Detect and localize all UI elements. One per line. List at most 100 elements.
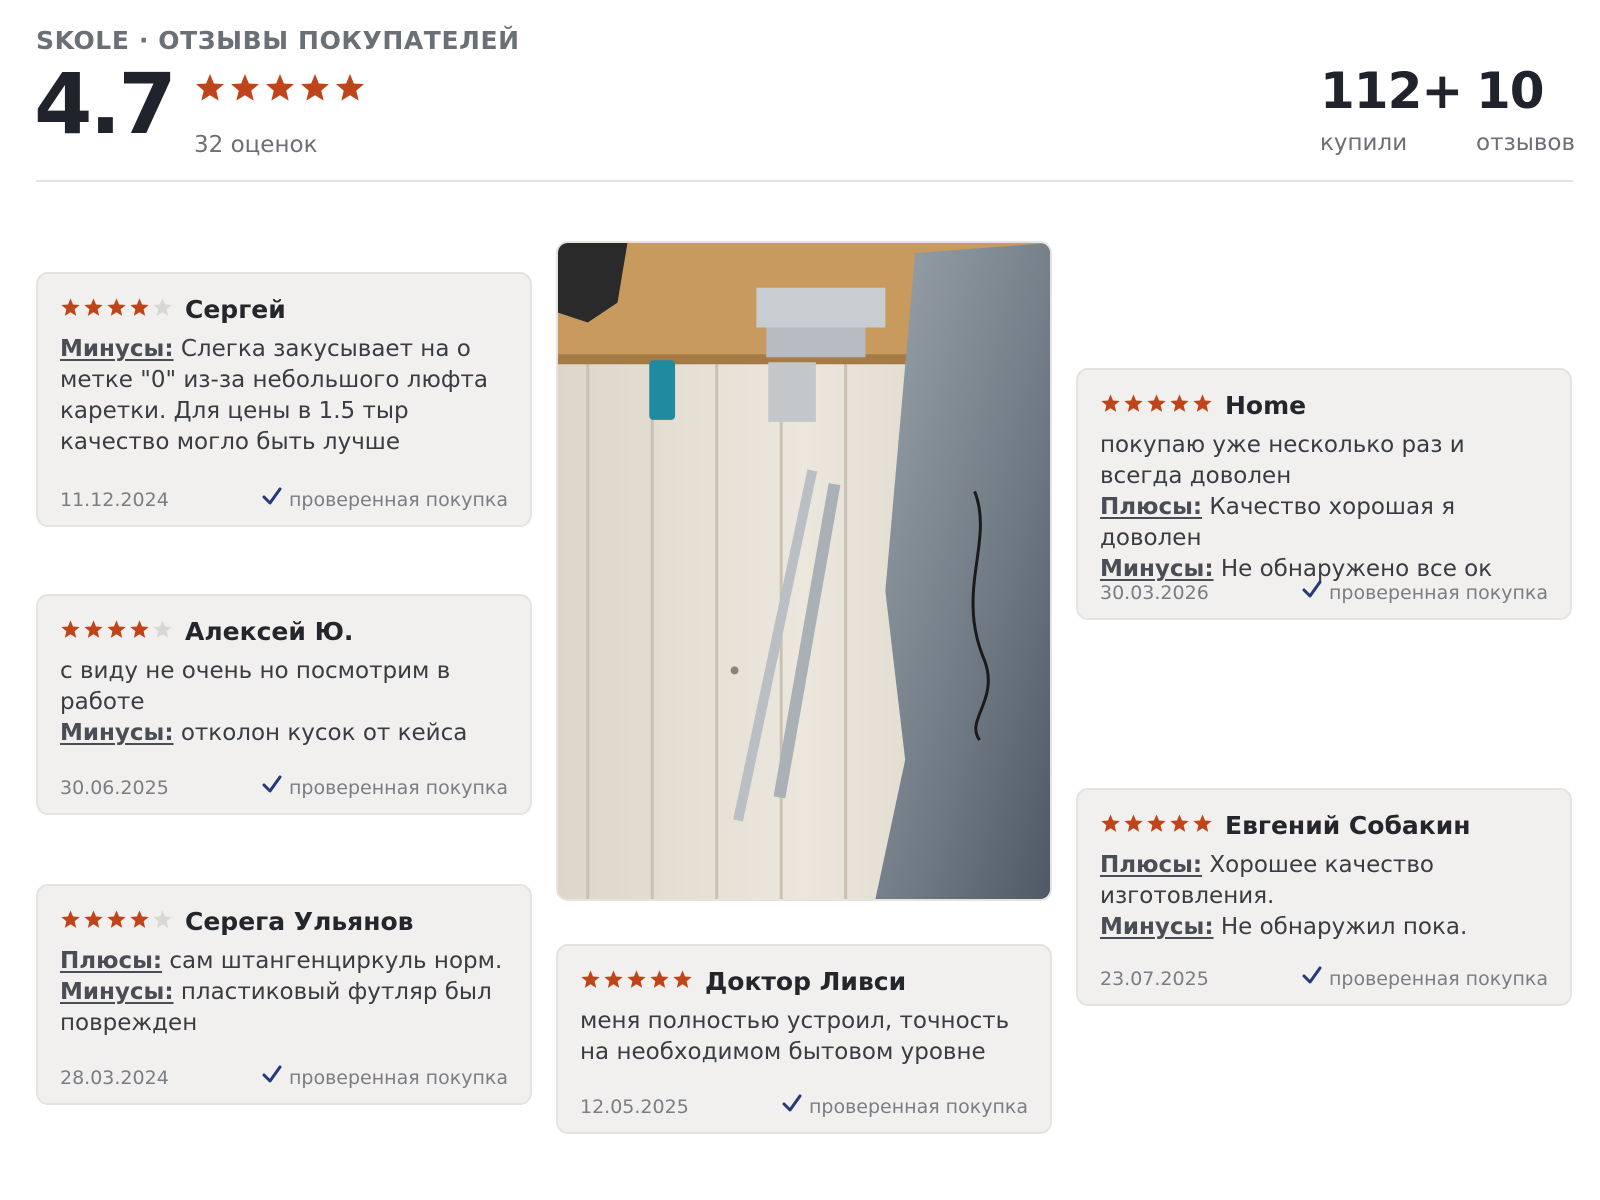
star-icon (1146, 393, 1167, 418)
review-stars (60, 909, 173, 934)
star-icon (299, 72, 331, 108)
star-icon (60, 297, 81, 322)
review-card[interactable]: Серега Ульянов Плюсы: сам штангенциркуль… (36, 884, 532, 1105)
star-icon (264, 72, 296, 108)
average-rating-stars (194, 72, 366, 108)
verified-text: проверенная покупка (288, 488, 508, 511)
review-body: с виду не очень но посмотрим в работе Ми… (60, 656, 508, 749)
verified-badge: проверенная покупка (1301, 965, 1548, 992)
review-author: Евгений Собакин (1225, 810, 1471, 840)
review-author: Доктор Ливси (705, 966, 907, 996)
reviews-label: отзывов (1476, 130, 1576, 156)
review-body: ￼покупаю уже несколько раз и всегда дово… (1100, 430, 1548, 585)
star-icon (1123, 813, 1144, 838)
verified-badge: проверенная покупка (1301, 579, 1548, 606)
page-title: SKOLE · ОТЗЫВЫ ПОКУПАТЕЛЕЙ (36, 26, 520, 55)
star-icon (1169, 813, 1190, 838)
star-icon (60, 909, 81, 934)
star-icon (83, 909, 104, 934)
review-body: Минусы: Слегка закусывает на о метке "0"… (60, 334, 508, 458)
minus-label: Минусы: (60, 336, 174, 362)
star-icon (229, 72, 261, 108)
checkmark-icon (781, 1093, 803, 1120)
review-author: Home (1225, 390, 1307, 420)
verified-badge: проверенная покупка (261, 486, 508, 513)
review-stars (60, 619, 173, 644)
star-icon (152, 909, 173, 934)
review-card[interactable]: Евгений Собакин Плюсы: Хорошее качество … (1076, 788, 1572, 1006)
star-icon (83, 619, 104, 644)
review-author: Сергей (185, 294, 286, 324)
star-icon (106, 909, 127, 934)
plus-label: Плюсы: (1100, 494, 1203, 520)
verified-text: проверенная покупка (1328, 581, 1548, 604)
review-date: 30.03.2026 (1100, 581, 1209, 604)
review-body: Плюсы: Хорошее качество изготовления. Ми… (1100, 850, 1548, 943)
minus-text: Не обнаружил пока. (1213, 914, 1468, 940)
star-icon (580, 969, 601, 994)
star-icon (129, 619, 150, 644)
reviews-count: 10 (1476, 62, 1545, 120)
minus-label: Минусы: (1100, 914, 1214, 940)
header-divider (36, 180, 1573, 182)
star-icon (1192, 813, 1213, 838)
verified-badge: проверенная покупка (781, 1093, 1028, 1120)
checkmark-icon (261, 1064, 283, 1091)
star-icon (106, 297, 127, 322)
review-author: Серега Ульянов (185, 906, 414, 936)
star-icon (129, 297, 150, 322)
bought-label: купили (1320, 130, 1408, 156)
review-date: 12.05.2025 (580, 1095, 689, 1118)
star-icon (1169, 393, 1190, 418)
review-card[interactable]: Home ￼покупаю уже несколько раз и всегда… (1076, 368, 1572, 620)
star-icon (129, 909, 150, 934)
star-icon (603, 969, 624, 994)
checkmark-icon (1301, 579, 1323, 606)
star-icon (1192, 393, 1213, 418)
verified-text: проверенная покупка (288, 776, 508, 799)
checkmark-icon (261, 486, 283, 513)
checkmark-icon (261, 774, 283, 801)
reviews-stat: 10 отзывов (1476, 66, 1575, 156)
review-card[interactable]: Сергей Минусы: Слегка закусывает на о ме… (36, 272, 532, 527)
minus-text: отколон кусок от кейса (173, 720, 468, 746)
review-stars (60, 297, 173, 322)
review-photo[interactable] (556, 241, 1052, 901)
review-date: 28.03.2024 (60, 1066, 169, 1089)
plus-text: сам штангенциркуль норм. (162, 948, 503, 974)
verified-text: проверенная покупка (1328, 967, 1548, 990)
review-text: меня полностью устроил, точность на необ… (580, 1008, 1010, 1065)
average-rating: 4.7 (34, 55, 177, 153)
verified-text: проверенная покупка (288, 1066, 508, 1089)
star-icon (152, 297, 173, 322)
star-icon (1100, 393, 1121, 418)
review-text: с виду не очень но посмотрим в работе (60, 658, 451, 715)
star-icon (1100, 813, 1121, 838)
star-icon (672, 969, 693, 994)
star-icon (106, 619, 127, 644)
bought-count: 112+ (1320, 62, 1463, 120)
star-icon (626, 969, 647, 994)
star-icon (334, 72, 366, 108)
review-stars (1100, 813, 1213, 838)
verified-badge: проверенная покупка (261, 774, 508, 801)
rating-count: 32 оценок (194, 132, 318, 158)
verified-text: проверенная покупка (808, 1095, 1028, 1118)
minus-label: Минусы: (60, 979, 174, 1005)
review-author: Алексей Ю. (185, 616, 354, 646)
review-body: меня полностью устроил, точность на необ… (580, 1006, 1028, 1068)
star-icon (649, 969, 670, 994)
checkmark-icon (1301, 965, 1323, 992)
star-icon (1146, 813, 1167, 838)
review-card[interactable]: Алексей Ю. с виду не очень но посмотрим … (36, 594, 532, 815)
star-icon (60, 619, 81, 644)
review-text: ￼покупаю уже несколько раз и всегда дово… (1100, 432, 1465, 489)
review-card[interactable]: Доктор Ливси меня полностью устроил, точ… (556, 944, 1052, 1134)
review-date: 30.06.2025 (60, 776, 169, 799)
verified-badge: проверенная покупка (261, 1064, 508, 1091)
star-icon (152, 619, 173, 644)
review-body: Плюсы: сам штангенциркуль норм. Минусы: … (60, 946, 508, 1039)
star-icon (83, 297, 104, 322)
star-icon (194, 72, 226, 108)
plus-label: Плюсы: (60, 948, 163, 974)
